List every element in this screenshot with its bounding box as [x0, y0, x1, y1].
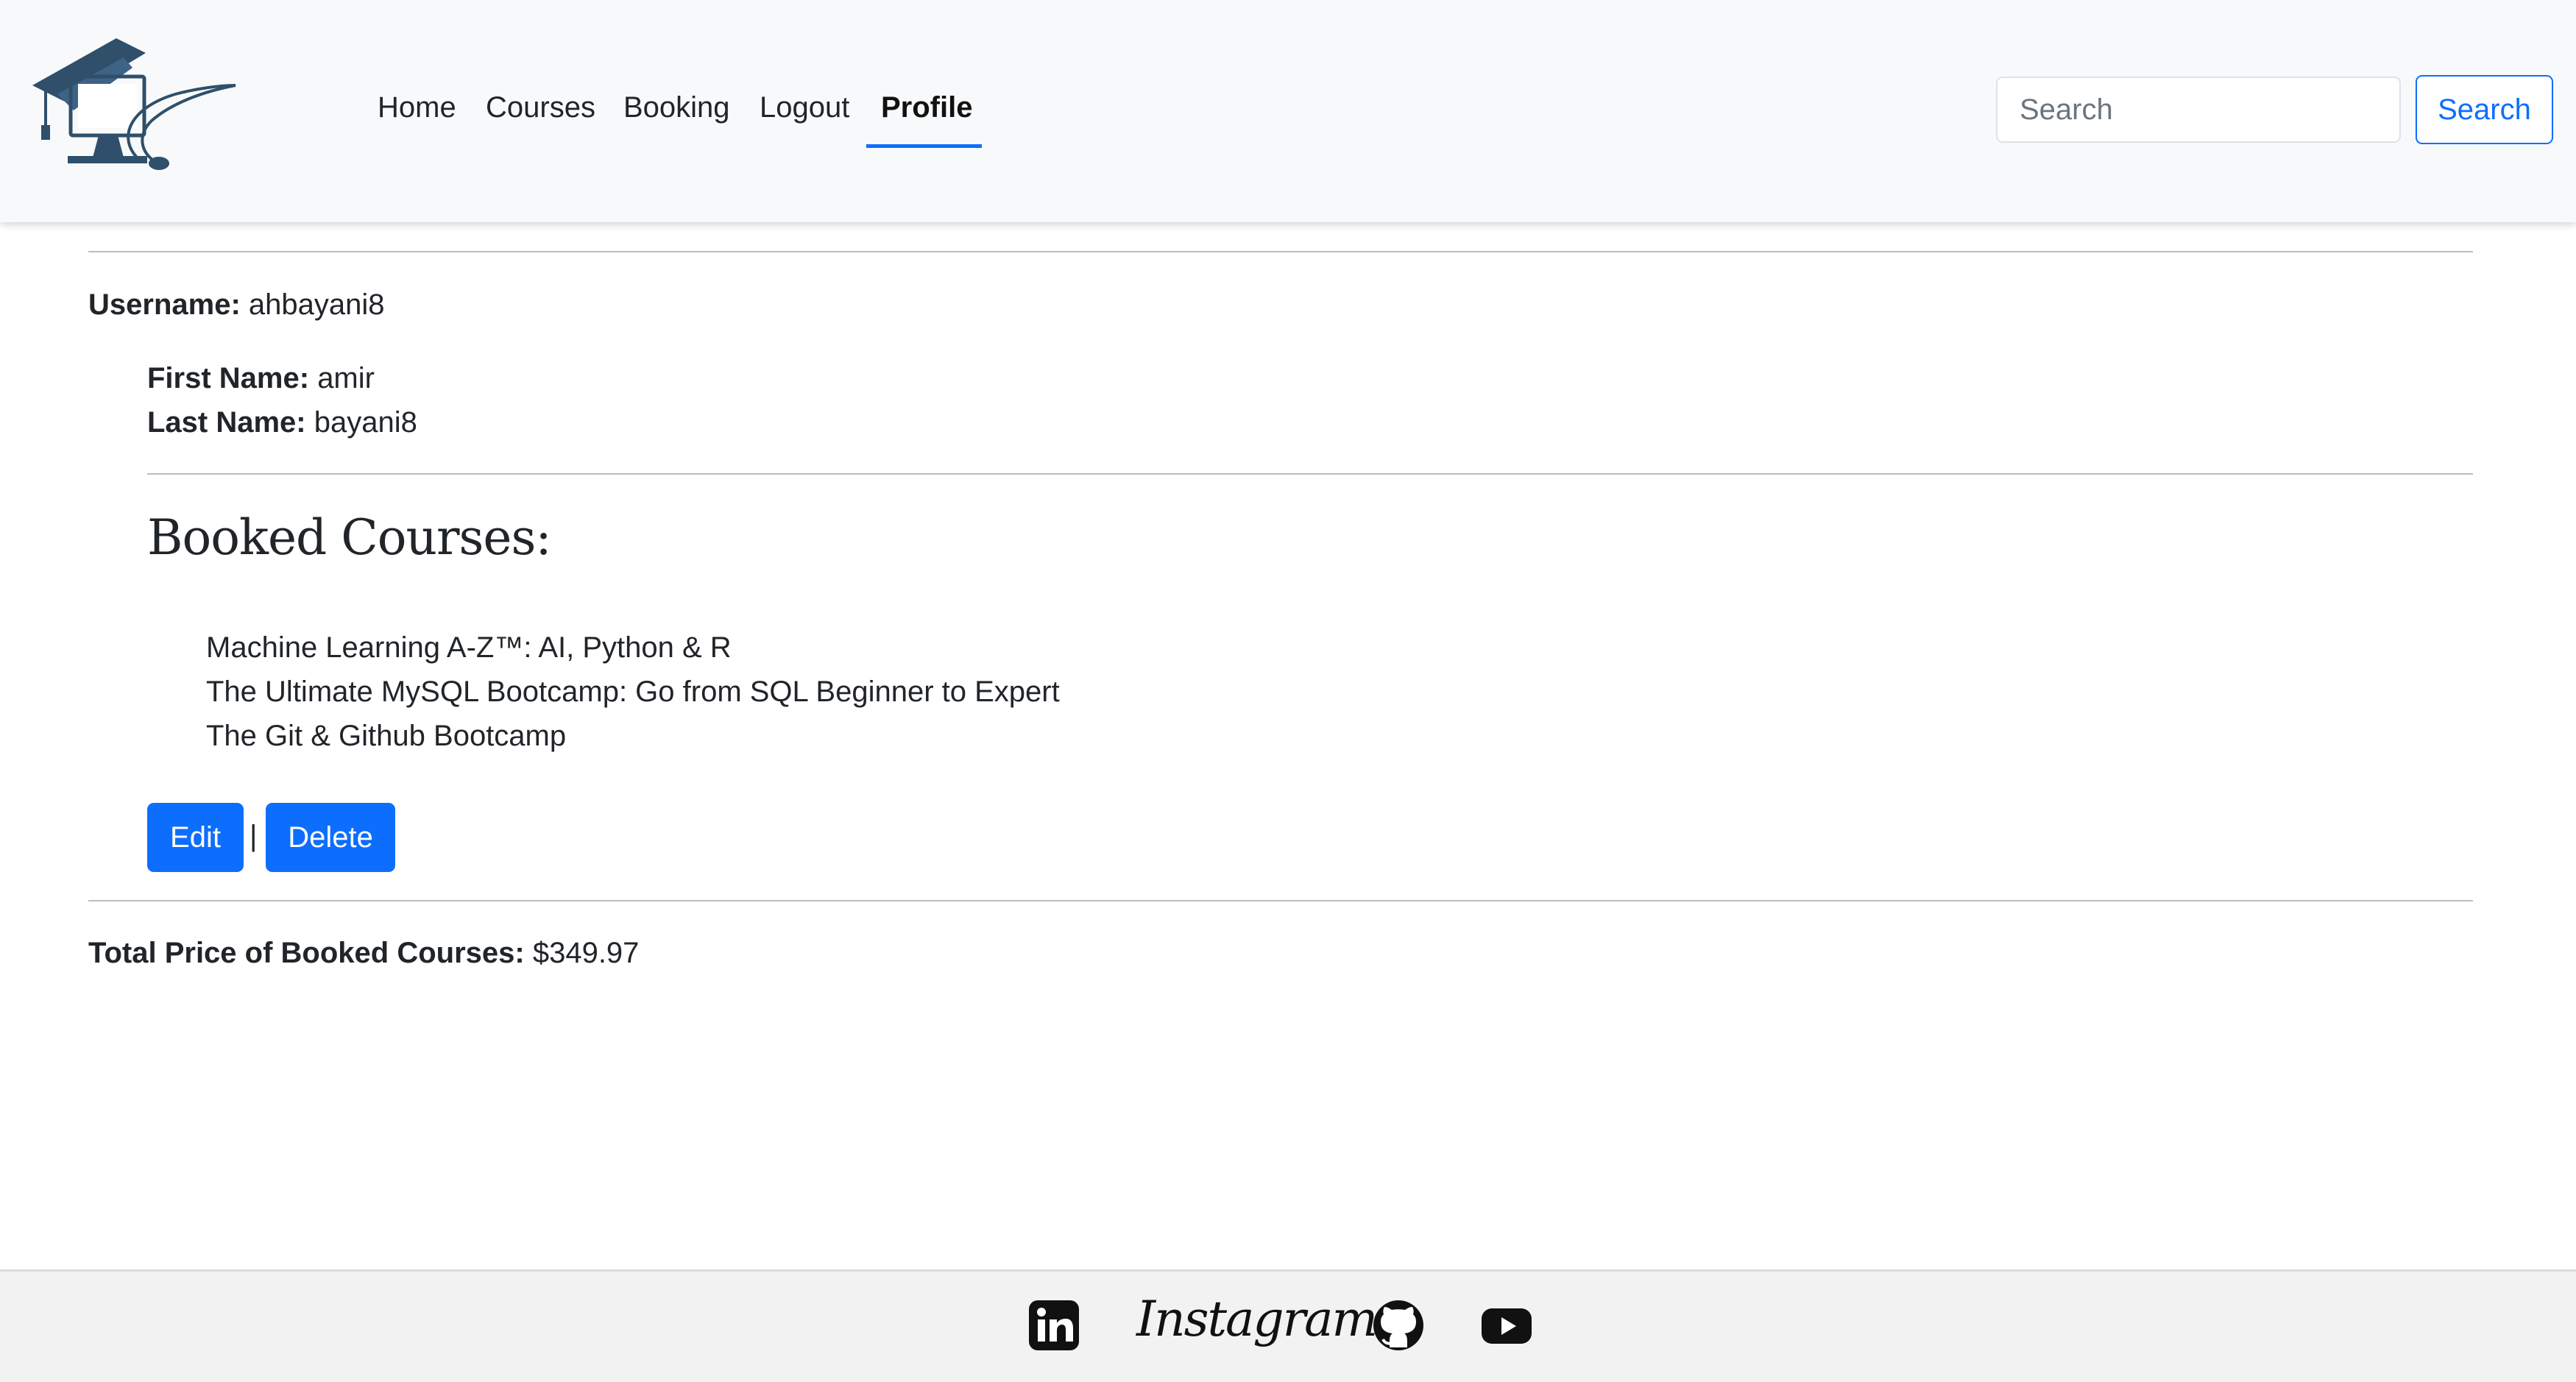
first-name-label: First Name: — [147, 362, 310, 394]
total-price-row: Total Price of Booked Courses: $349.97 — [88, 932, 639, 974]
graduation-cap-computer-logo-icon[interactable] — [28, 34, 241, 174]
search-input[interactable] — [1996, 77, 2401, 143]
instagram-icon[interactable]: Instagram — [1136, 1286, 1378, 1353]
search-button[interactable]: Search — [2416, 75, 2553, 144]
edit-button[interactable]: Edit — [147, 803, 244, 872]
list-item: The Git & Github Bootcamp — [206, 720, 567, 752]
booked-courses-list: Machine Learning A-Z™: AI, Python & R Th… — [206, 626, 1060, 758]
button-separator: | — [250, 820, 258, 852]
booked-courses-heading: Booked Courses: — [147, 509, 552, 566]
nav-link-booking[interactable]: Booking — [623, 87, 730, 128]
list-item: Machine Learning A-Z™: AI, Python & R — [206, 631, 732, 664]
delete-button[interactable]: Delete — [266, 803, 395, 872]
active-tab-indicator — [866, 144, 982, 148]
section-divider — [147, 473, 2473, 475]
nav-link-profile[interactable]: Profile — [881, 87, 972, 128]
first-name-row: First Name: amir — [147, 358, 375, 399]
last-name-row: Last Name: bayani8 — [147, 402, 417, 443]
total-price-label: Total Price of Booked Courses: — [88, 937, 525, 969]
first-name-value: amir — [317, 362, 375, 394]
username-label: Username: — [88, 288, 241, 321]
nav-link-logout[interactable]: Logout — [760, 87, 849, 128]
username-value: ahbayani8 — [248, 288, 385, 321]
nav-link-home[interactable]: Home — [378, 87, 456, 128]
navbar: Home Courses Booking Logout Profile Sear… — [0, 0, 2576, 222]
last-name-label: Last Name: — [147, 406, 306, 439]
linkedin-icon[interactable] — [1027, 1299, 1080, 1352]
top-divider — [88, 251, 2473, 252]
username-row: Username: ahbayani8 — [88, 284, 385, 325]
bottom-divider — [88, 900, 2473, 901]
last-name-value: bayani8 — [314, 406, 417, 439]
nav-link-courses[interactable]: Courses — [486, 87, 595, 128]
list-item: The Ultimate MySQL Bootcamp: Go from SQL… — [206, 676, 1060, 708]
github-icon[interactable] — [1372, 1299, 1425, 1352]
total-price-value: $349.97 — [532, 937, 640, 969]
youtube-icon[interactable] — [1480, 1301, 1533, 1350]
